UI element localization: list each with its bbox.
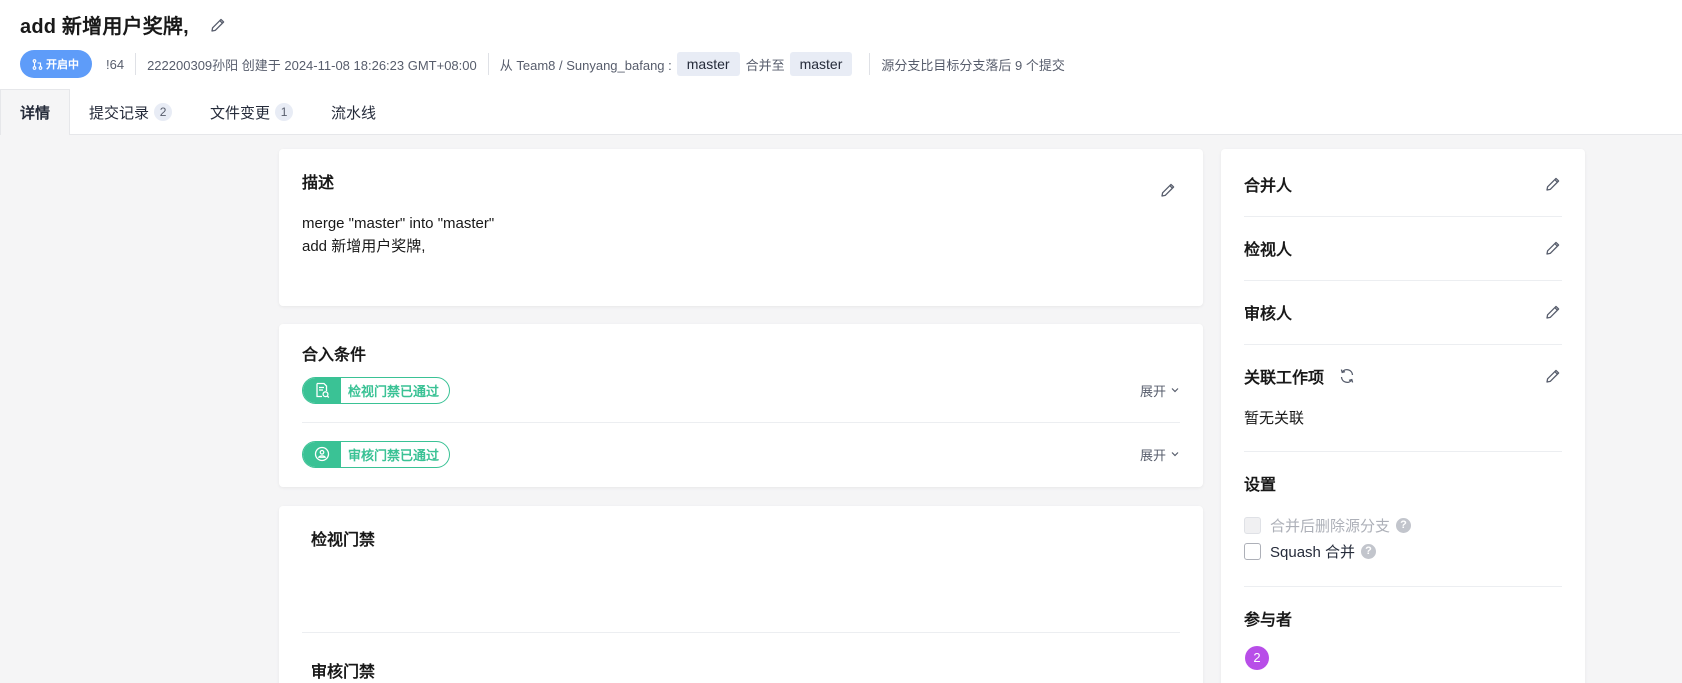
expand-label: 展开 xyxy=(1139,383,1166,399)
mr-id: !64 xyxy=(106,56,125,72)
edit-approver-icon[interactable] xyxy=(1544,303,1562,321)
mr-header: add 新增用户奖牌, 开启中 !64 222200309孙阳 创建于 2024… xyxy=(0,0,1682,135)
condition-row-review: 检视门禁已通过 展开 xyxy=(302,375,1180,405)
divider xyxy=(135,53,137,75)
divider xyxy=(1244,586,1562,587)
tab-label: 流水线 xyxy=(331,104,377,122)
approve-gate-title: 审核门禁 xyxy=(311,664,376,681)
divider xyxy=(869,53,871,75)
behind-info: 源分支比目标分支落后 9 个提交 xyxy=(881,57,1065,73)
tab-label: 文件变更 xyxy=(210,104,271,122)
author-info: 222200309孙阳 创建于 2024-11-08 18:26:23 GMT+… xyxy=(147,57,477,73)
approver-icon xyxy=(303,441,341,467)
reviewer-section: 检视人 xyxy=(1244,235,1562,261)
sidebar-card: 合并人 检视人 审核人 关联工作项 暂无关联 设置 合并后删除源分支 ? Squ… xyxy=(1221,149,1585,683)
description-line: merge "master" into "master" xyxy=(302,215,495,232)
linked-items-title: 关联工作项 xyxy=(1244,370,1325,387)
edit-linked-items-icon[interactable] xyxy=(1544,367,1562,385)
condition-label: 审核门禁已通过 xyxy=(348,447,440,463)
page-title: add 新增用户奖牌, xyxy=(20,16,189,38)
divider xyxy=(302,632,1180,633)
chevron-down-icon xyxy=(1171,452,1179,457)
squash-option: Squash 合并 ? xyxy=(1244,538,1562,564)
condition-row-approve: 审核门禁已通过 展开 xyxy=(302,439,1180,469)
merge-request-icon xyxy=(32,58,43,70)
description-card: 描述 merge "master" into "master" add 新增用户… xyxy=(279,149,1203,306)
approver-section: 审核人 xyxy=(1244,299,1562,325)
divider xyxy=(302,422,1180,423)
status-badge: 开启中 xyxy=(20,50,92,78)
gates-card: 检视门禁 审核门禁 xyxy=(279,506,1203,683)
expand-approve-button[interactable]: 展开 xyxy=(1140,445,1180,464)
help-icon[interactable]: ? xyxy=(1396,517,1412,533)
tab-file-changes[interactable]: 文件变更 1 xyxy=(191,89,312,135)
tab-commits[interactable]: 提交记录 2 xyxy=(70,89,191,135)
approve-gate-passed-badge: 审核门禁已通过 xyxy=(302,440,451,468)
edit-title-icon[interactable] xyxy=(209,16,227,34)
review-doc-icon xyxy=(303,377,341,403)
participants-title: 参与者 xyxy=(1244,612,1293,629)
description-body: merge "master" into "master" add 新增用户奖牌, xyxy=(302,212,494,258)
tab-pipeline[interactable]: 流水线 xyxy=(312,89,395,135)
divider xyxy=(1244,451,1562,452)
reviewer-title: 检视人 xyxy=(1244,242,1293,259)
merger-section: 合并人 xyxy=(1244,171,1562,197)
status-label: 开启中 xyxy=(46,59,79,71)
review-gate-title: 检视门禁 xyxy=(311,532,376,549)
linked-items-empty: 暂无关联 xyxy=(1244,410,1305,427)
expand-label: 展开 xyxy=(1139,447,1166,463)
chevron-down-icon xyxy=(1171,388,1179,393)
edit-reviewer-icon[interactable] xyxy=(1544,239,1562,257)
delete-branch-checkbox[interactable] xyxy=(1244,516,1261,534)
tab-bar: 详情 提交记录 2 文件变更 1 流水线 xyxy=(0,89,1682,135)
edit-description-icon[interactable] xyxy=(1159,181,1177,199)
target-branch-tag[interactable]: master xyxy=(789,52,853,76)
tab-details[interactable]: 详情 xyxy=(0,89,71,135)
meta-row: 开启中 !64 222200309孙阳 创建于 2024-11-08 18:26… xyxy=(20,50,1065,78)
delete-branch-option: 合并后删除源分支 ? xyxy=(1244,512,1562,538)
participant-count-avatar[interactable]: 2 xyxy=(1245,646,1269,670)
divider xyxy=(1244,344,1562,345)
description-title: 描述 xyxy=(302,175,335,192)
linked-items-section: 关联工作项 暂无关联 xyxy=(1244,363,1562,428)
title-row: add 新增用户奖牌, xyxy=(20,10,227,39)
condition-label: 检视门禁已通过 xyxy=(348,383,440,399)
source-repo: 从 Team8 / Sunyang_bafang : xyxy=(499,57,672,73)
squash-checkbox[interactable] xyxy=(1244,542,1261,560)
merger-title: 合并人 xyxy=(1244,178,1293,195)
divider xyxy=(1244,216,1562,217)
merge-conditions-title: 合入条件 xyxy=(302,347,367,364)
refresh-icon[interactable] xyxy=(1338,367,1356,385)
help-icon[interactable]: ? xyxy=(1361,543,1377,559)
settings-section: 设置 合并后删除源分支 ? Squash 合并 ? xyxy=(1244,470,1562,564)
merge-conditions-card: 合入条件 检视门禁已通过 展开 审核门禁已通过 展开 xyxy=(279,324,1203,487)
source-branch-tag[interactable]: master xyxy=(676,52,740,76)
participants-section: 参与者 2 xyxy=(1244,605,1562,670)
delete-branch-label: 合并后删除源分支 xyxy=(1270,517,1391,535)
settings-title: 设置 xyxy=(1244,477,1277,494)
tab-label: 详情 xyxy=(20,105,51,122)
expand-review-button[interactable]: 展开 xyxy=(1140,381,1180,400)
divider xyxy=(487,53,489,75)
squash-label: Squash 合并 xyxy=(1270,543,1356,561)
review-gate-passed-badge: 检视门禁已通过 xyxy=(302,376,451,404)
edit-merger-icon[interactable] xyxy=(1544,175,1562,193)
tab-label: 提交记录 xyxy=(89,104,150,122)
tab-count-badge: 2 xyxy=(154,103,173,121)
tab-count-badge: 1 xyxy=(275,103,294,121)
merge-to-label: 合并至 xyxy=(745,57,785,73)
description-line: add 新增用户奖牌, xyxy=(302,238,426,255)
divider xyxy=(1244,280,1562,281)
approver-title: 审核人 xyxy=(1244,306,1293,323)
